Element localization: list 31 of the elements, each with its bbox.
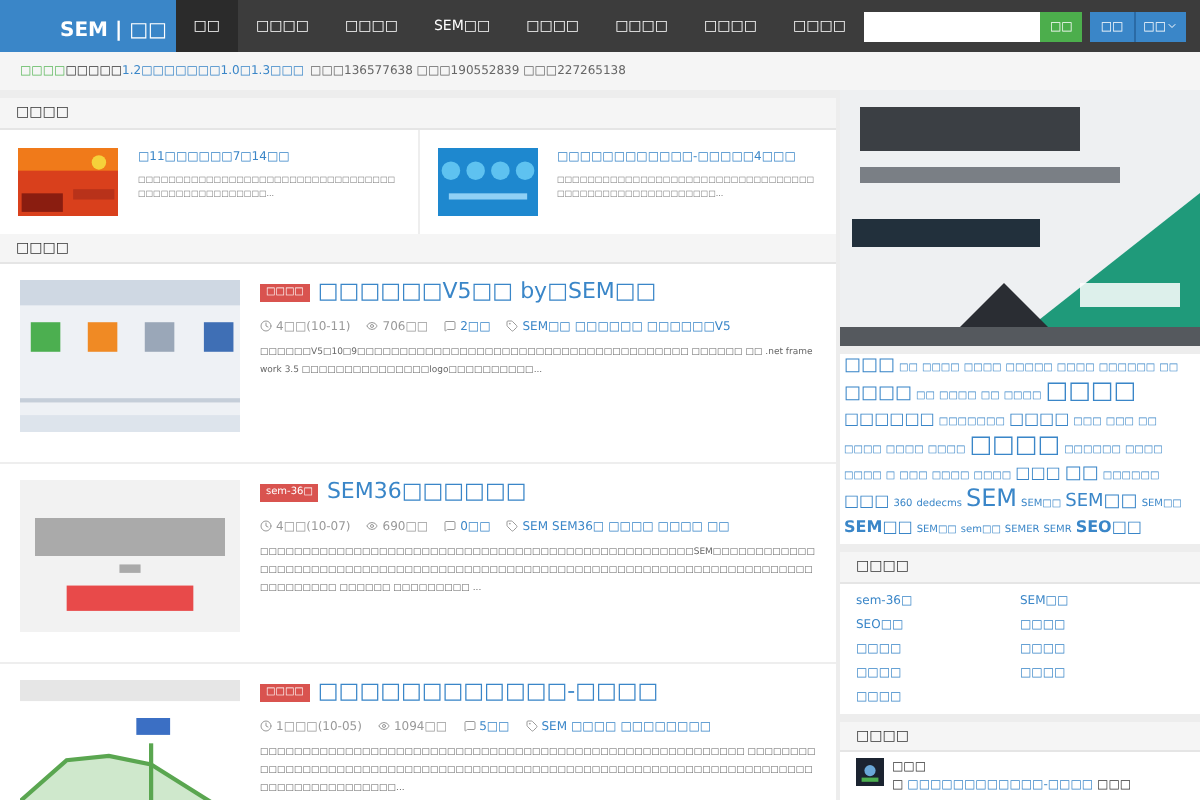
- eye-icon: [366, 320, 379, 332]
- clock-icon: [260, 320, 272, 332]
- cloud-tag[interactable]: SEO□□: [1075, 516, 1142, 538]
- caret-icon: [1166, 20, 1178, 32]
- cloud-tag[interactable]: □□: [1064, 464, 1099, 486]
- tag-icon: [525, 720, 538, 732]
- search-field[interactable]: [863, 11, 1040, 41]
- cloud-tag[interactable]: □□□□: [1045, 380, 1137, 402]
- comment-icon: [444, 320, 457, 332]
- cloud-tag[interactable]: □□□□: [969, 434, 1061, 456]
- cloud-tag[interactable]: □□□: [844, 356, 896, 378]
- cloud-tag[interactable]: □□□: [844, 490, 890, 512]
- tag-icon: [506, 520, 519, 532]
- cloud-tag[interactable]: □□□□: [1008, 408, 1070, 430]
- article-title[interactable]: SEM36□□□□□□: [326, 476, 527, 509]
- eye-icon: [377, 720, 390, 732]
- eye-icon: [366, 520, 379, 532]
- comment-icon: [444, 520, 457, 532]
- cloud-tag[interactable]: SEM: [965, 488, 1018, 510]
- clock-icon: [260, 720, 272, 732]
- cloud-tag[interactable]: □□□□□□: [844, 408, 935, 430]
- cloud-tag[interactable]: □□□□: [844, 384, 913, 406]
- tag-icon: [506, 320, 519, 332]
- comment-icon: [463, 720, 476, 732]
- article-title[interactable]: □□□□□□□□□□□□-□□□□: [317, 676, 659, 709]
- cloud-tag[interactable]: SEM□□: [1065, 492, 1138, 514]
- clock-icon: [260, 520, 272, 532]
- cloud-tag[interactable]: SEM□□: [844, 516, 913, 538]
- site-logo[interactable]: SEM | □□: [0, 0, 176, 52]
- article-title[interactable]: □□□□□□V5□□ by□SEM□□: [317, 276, 657, 309]
- cloud-tag[interactable]: □□□: [1015, 462, 1061, 484]
